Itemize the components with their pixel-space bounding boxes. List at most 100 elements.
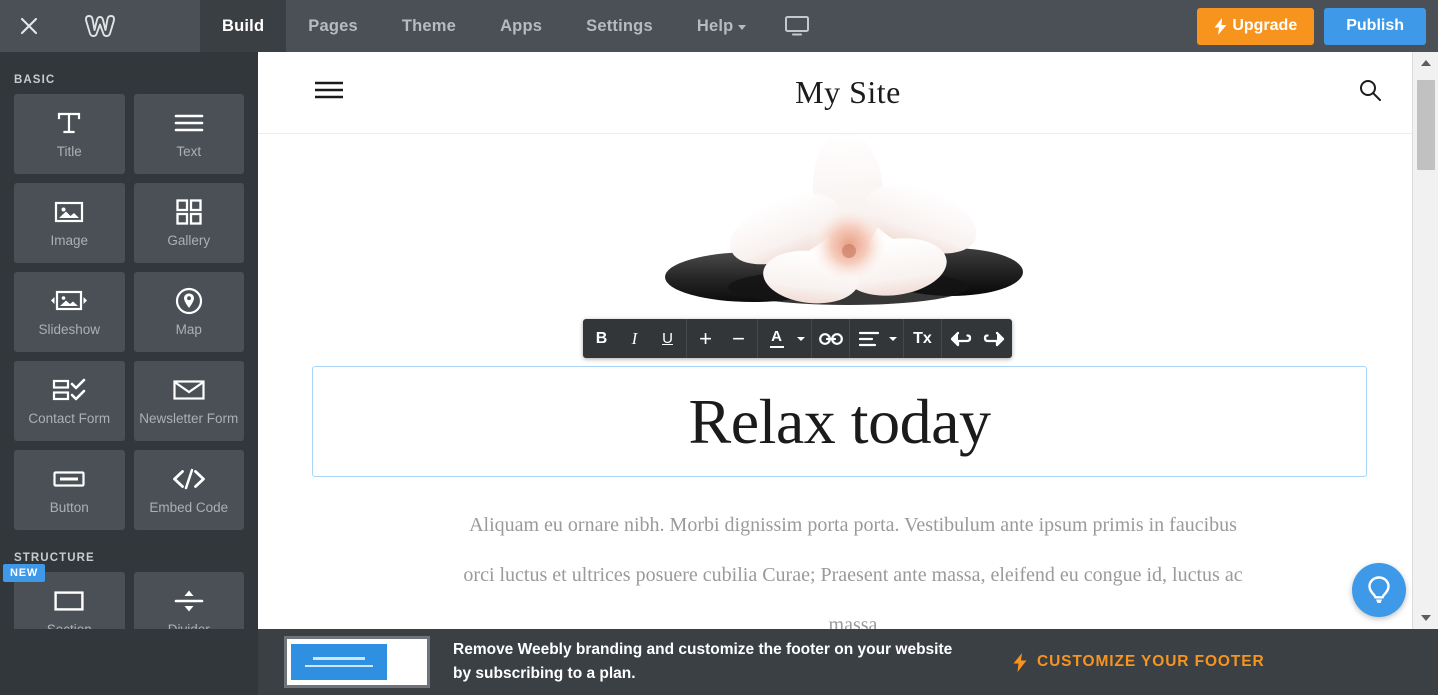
sidebar-item-text-label: Text	[172, 144, 205, 159]
weebly-w-logo-icon	[83, 14, 117, 38]
font-color-swatch-bar	[770, 346, 784, 349]
lightning-bolt-icon	[1214, 18, 1227, 35]
desktop-monitor-icon	[784, 15, 810, 37]
sidebar-section-basic-title: BASIC	[14, 74, 244, 86]
increase-font-size-button[interactable]: +	[689, 319, 722, 358]
sidebar-item-title[interactable]: Title	[14, 94, 125, 174]
sidebar-item-gallery-label: Gallery	[163, 233, 214, 248]
hero-image[interactable]	[258, 134, 1438, 309]
sidebar-item-button[interactable]: Button	[14, 450, 125, 530]
section-rect-icon	[54, 587, 84, 615]
sidebar-section-structure-title: STRUCTURE	[14, 552, 244, 564]
serif-t-icon	[56, 109, 82, 137]
clear-formatting-label: Tx	[913, 330, 932, 348]
footer-thumbnail-graphic	[291, 644, 387, 680]
font-color-chevron-down-icon[interactable]	[793, 319, 809, 358]
toolbar-group-history	[942, 319, 1012, 358]
redo-arrow-icon	[983, 330, 1005, 348]
envelope-icon	[173, 376, 205, 404]
sidebar-item-map[interactable]: Map	[134, 272, 245, 352]
sidebar-item-gallery[interactable]: Gallery	[134, 183, 245, 263]
font-color-button[interactable]: A	[760, 319, 793, 358]
customize-footer-label: CUSTOMIZE YOUR FOOTER	[1037, 653, 1265, 671]
weebly-editor-window: Build Pages Theme Apps Settings Help	[0, 0, 1438, 695]
code-brackets-icon	[172, 465, 206, 493]
top-navigation-bar: Build Pages Theme Apps Settings Help	[0, 0, 1438, 52]
sidebar-item-slideshow[interactable]: Slideshow	[14, 272, 125, 352]
thumb-line-2	[305, 665, 373, 668]
scroll-down-arrow[interactable]	[1413, 607, 1438, 629]
scroll-up-arrow[interactable]	[1413, 52, 1438, 74]
upgrade-button[interactable]: Upgrade	[1197, 8, 1314, 45]
chevron-down-icon	[738, 25, 746, 30]
tab-apps[interactable]: Apps	[478, 0, 564, 52]
contact-form-check-icon	[52, 376, 86, 404]
redo-button[interactable]	[977, 319, 1010, 358]
decrease-font-size-button[interactable]: −	[722, 319, 755, 358]
sidebar-basic-grid: Title Text Image	[14, 94, 244, 530]
hamburger-menu-icon[interactable]	[313, 80, 345, 105]
gallery-grid-icon	[176, 198, 202, 226]
topbar-actions: Upgrade Publish	[1197, 0, 1426, 52]
sidebar-item-contact-form[interactable]: Contact Form	[14, 361, 125, 441]
tab-help[interactable]: Help	[675, 0, 769, 52]
hero-body-paragraph[interactable]: Aliquam eu ornare nibh. Morbi dignissim …	[458, 500, 1248, 629]
sidebar-item-newsletter-form-label: Newsletter Form	[135, 411, 242, 426]
sidebar-item-embed-code[interactable]: Embed Code	[134, 450, 245, 530]
publish-button[interactable]: Publish	[1324, 8, 1426, 45]
toolbar-group-style: B I U	[583, 319, 687, 358]
tab-theme[interactable]: Theme	[380, 0, 478, 52]
clear-formatting-button[interactable]: Tx	[906, 319, 939, 358]
sidebar-item-newsletter-form[interactable]: Newsletter Form	[134, 361, 245, 441]
sidebar-item-text[interactable]: Text	[134, 94, 245, 174]
tab-settings-label: Settings	[586, 17, 653, 36]
toolbar-group-align	[850, 319, 904, 358]
device-preview-selector[interactable]	[768, 0, 831, 52]
undo-button[interactable]	[944, 319, 977, 358]
font-color-a-icon: A	[770, 329, 784, 349]
bold-button[interactable]: B	[585, 319, 618, 358]
tab-apps-label: Apps	[500, 17, 542, 36]
sidebar-item-title-label: Title	[53, 144, 86, 159]
sidebar-item-button-label: Button	[46, 500, 93, 515]
sidebar-item-image[interactable]: Image	[14, 183, 125, 263]
align-chevron-down-icon[interactable]	[885, 319, 901, 358]
font-color-letter: A	[771, 329, 782, 344]
insert-link-button[interactable]	[814, 319, 847, 358]
banner-message: Remove Weebly branding and customize the…	[453, 638, 953, 686]
weebly-logo[interactable]	[58, 0, 142, 52]
site-title: My Site	[258, 74, 1438, 111]
publish-label: Publish	[1346, 17, 1404, 34]
canvas-vertical-scrollbar[interactable]	[1412, 52, 1438, 629]
text-align-button[interactable]	[852, 319, 885, 358]
close-editor-button[interactable]	[0, 0, 58, 52]
sidebar-item-embed-code-label: Embed Code	[145, 500, 232, 515]
scrollbar-thumb[interactable]	[1417, 80, 1435, 170]
sidebar-item-map-label: Map	[172, 322, 206, 337]
underline-button[interactable]: U	[651, 319, 684, 358]
hero-title-text[interactable]: Relax today	[689, 390, 991, 454]
site-header: My Site	[258, 52, 1438, 134]
sidebar-item-image-label: Image	[46, 233, 92, 248]
tab-settings[interactable]: Settings	[564, 0, 675, 52]
map-pin-circle-icon	[175, 287, 203, 315]
italic-button[interactable]: I	[618, 319, 651, 358]
tab-build[interactable]: Build	[200, 0, 286, 52]
text-lines-icon	[174, 109, 204, 137]
tab-pages-label: Pages	[308, 17, 358, 36]
align-left-icon	[859, 331, 879, 347]
lightbulb-icon	[1366, 575, 1392, 605]
thumb-line-1	[313, 657, 365, 660]
sidebar-footer-strip	[0, 629, 258, 695]
selected-title-element[interactable]: Relax today	[312, 366, 1367, 477]
close-x-icon	[19, 16, 39, 36]
help-assistant-button[interactable]	[1352, 563, 1406, 617]
tab-pages[interactable]: Pages	[286, 0, 380, 52]
divider-arrows-icon	[174, 587, 204, 615]
customize-footer-link[interactable]: CUSTOMIZE YOUR FOOTER	[1013, 653, 1265, 672]
link-chain-icon	[819, 331, 843, 347]
toolbar-group-color: A	[758, 319, 812, 358]
elements-sidebar[interactable]: BASIC Title Text	[0, 52, 258, 695]
search-magnifier-icon[interactable]	[1358, 78, 1382, 107]
text-format-toolbar[interactable]: B I U + − A	[583, 319, 1012, 358]
